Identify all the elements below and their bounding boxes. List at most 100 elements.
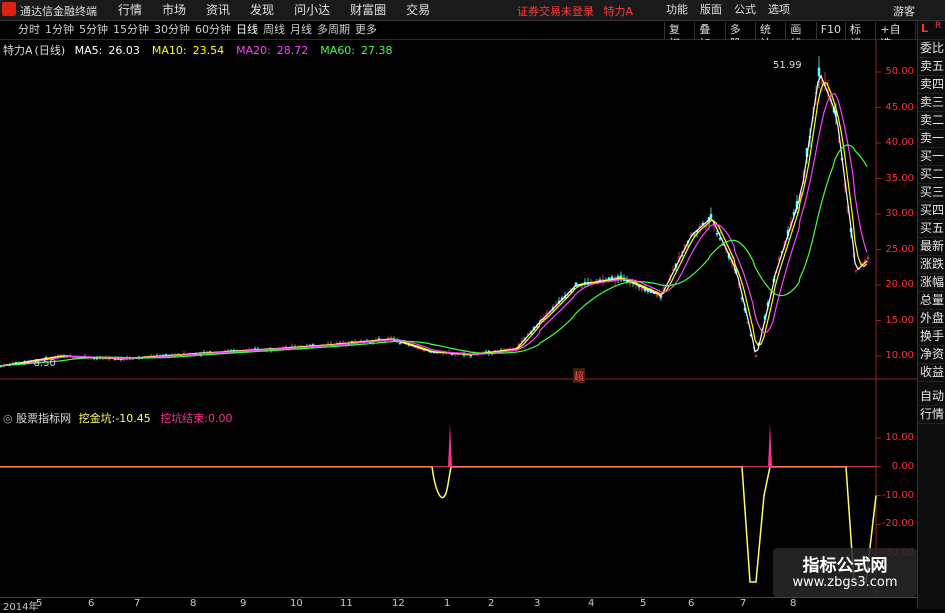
candle-body: [610, 276, 614, 279]
date-axis: 2014年 5 6 7 8 9 10 11 12 1 2 3 4 5 6 7 8: [0, 597, 917, 613]
period-tab-7[interactable]: 周线: [263, 23, 290, 37]
right-menu-item-0[interactable]: 功能: [660, 2, 694, 18]
candle-body: [709, 214, 713, 219]
candle-body: [398, 342, 402, 345]
login-status[interactable]: 证券交易未登录 特力A: [517, 3, 633, 19]
kline-chart[interactable]: [0, 40, 917, 597]
quote-sidebar: L R 委比 卖五 卖四 卖三 卖二 卖一 买一 买二 买三 买四 买五 最新 涨跌 涨幅 总量 外盘 换手 净资…: [917, 21, 945, 609]
right-menu-item-2[interactable]: 公式: [728, 2, 762, 18]
menu-item-0[interactable]: 行情: [108, 2, 152, 18]
sidebar-item-2[interactable]: 卖四: [918, 76, 945, 94]
indicator-tick-1: 0.00: [891, 460, 914, 472]
sidebar-item-14[interactable]: 总量: [918, 292, 945, 310]
period-tab-1[interactable]: 1分钟: [45, 23, 79, 37]
main-legend: 特力A (日线) MA5: 26.03 MA10: 23.54 MA20: 28.72 MA6…: [3, 42, 411, 58]
date-tick-10: 2: [488, 598, 495, 609]
date-tick-1: 5: [36, 598, 43, 609]
period-tab-0[interactable]: 分时: [18, 23, 45, 37]
sidebar-left-toggle[interactable]: L: [921, 22, 928, 35]
sidebar-item-15[interactable]: 外盘: [918, 310, 945, 328]
period-tab-10[interactable]: 更多: [355, 23, 382, 37]
sidebar-right-toggle[interactable]: R: [935, 21, 941, 31]
indicator-name[interactable]: 股票指标网: [16, 412, 71, 425]
price-tick-5: 25.00: [885, 243, 914, 255]
menu-item-6[interactable]: 交易: [396, 2, 440, 18]
app-title: 通达信金融终端: [20, 5, 97, 18]
sidebar-item-5[interactable]: 卖一: [918, 130, 945, 148]
sidebar-bottom-item-1[interactable]: 行情: [918, 406, 945, 424]
right-menu-item-3[interactable]: 选项: [762, 2, 796, 18]
sidebar-item-7[interactable]: 买二: [918, 166, 945, 184]
period-tab-4[interactable]: 30分钟: [154, 23, 195, 37]
ma-legend-0: MA5: 26.03: [74, 44, 140, 57]
event-marker[interactable]: 超: [573, 368, 585, 383]
sidebar-item-0[interactable]: 委比: [918, 40, 945, 58]
price-tick-2: 40.00: [885, 137, 914, 148]
dig-end-value: 0.00: [208, 412, 233, 425]
menu-item-4[interactable]: 问小达: [284, 2, 340, 18]
price-tick-4: 30.00: [885, 208, 914, 219]
menu-item-5[interactable]: 财富圈: [340, 2, 396, 18]
price-tick-1: 45.00: [885, 101, 914, 113]
sidebar-item-11[interactable]: 最新: [918, 238, 945, 256]
sidebar-item-9[interactable]: 买四: [918, 202, 945, 220]
stock-name: 特力A: [3, 44, 33, 57]
right-menu-item-1[interactable]: 版面: [694, 2, 728, 18]
sidebar-item-12[interactable]: 涨跌: [918, 256, 945, 274]
period-tabs: 分时 1分钟 5分钟 15分钟 30分钟 60分钟 日线 周线 月线 多周期 更多: [18, 23, 382, 37]
sidebar-item-4[interactable]: 卖二: [918, 112, 945, 130]
period-tab-9[interactable]: 多周期: [317, 23, 355, 37]
candle-body: [450, 353, 454, 356]
menu-item-1[interactable]: 市场: [152, 2, 196, 18]
ma-legend-1: MA10: 23.54: [151, 44, 225, 57]
sidebar-header: L R: [918, 21, 945, 40]
date-tick-11: 3: [534, 598, 541, 609]
price-tick-3: 35.00: [885, 172, 914, 184]
price-tick-0: 50.00: [885, 66, 914, 77]
dig-label: 挖金坑:: [78, 412, 116, 425]
sidebar-item-3[interactable]: 卖三: [918, 94, 945, 112]
date-tick-13: 5: [640, 598, 647, 609]
app-logo-icon: [2, 2, 16, 16]
sidebar-item-10[interactable]: 买五: [918, 220, 945, 238]
right-menu: 功能 版面 公式 选项: [660, 2, 796, 18]
menu-bar: 通达信金融终端 行情 市场 资讯 发现 问小达 财富圈 交易 证券交易未登录 特力A 功能版…: [0, 0, 945, 21]
period-tab-2[interactable]: 5分钟: [79, 23, 113, 37]
menu-item-3[interactable]: 发现: [240, 2, 284, 18]
period-bar: 分时1分钟5分钟15分钟30分钟60分钟日线周线月线多周期更多 复权叠加多股统计…: [0, 21, 945, 52]
sidebar-item-16[interactable]: 换手: [918, 328, 945, 346]
price-tick-6: 20.00: [885, 279, 914, 290]
ma-legend-2: MA20: 28.72: [236, 44, 309, 57]
date-tick-4: 8: [190, 598, 197, 609]
date-tick-12: 4: [588, 598, 595, 609]
period-tab-5[interactable]: 60分钟: [195, 23, 236, 37]
dig-end-label: 挖坑结束:: [160, 412, 209, 425]
sidebar-item-1[interactable]: 卖五: [918, 58, 945, 76]
sidebar-item-8[interactable]: 买三: [918, 184, 945, 202]
period-tab-3[interactable]: 15分钟: [113, 23, 154, 37]
indicator-tick-0: 10.00: [885, 432, 914, 443]
date-tick-5: 9: [240, 598, 247, 609]
sidebar-bottom-item-0[interactable]: 自动: [918, 388, 945, 406]
date-tick-2: 6: [88, 598, 95, 609]
menu-item-2[interactable]: 资讯: [196, 2, 240, 18]
sidebar-item-18[interactable]: 收益: [918, 364, 945, 382]
date-tick-16: 8: [790, 598, 797, 609]
candle-body: [715, 233, 719, 235]
guest-button[interactable]: 游客: [893, 3, 915, 19]
indicator-tick-3: -20.00: [881, 518, 914, 530]
candle-body: [817, 67, 821, 77]
dig-value: -10.45: [115, 412, 151, 425]
date-tick-9: 1: [444, 598, 451, 609]
sidebar-item-17[interactable]: 净资: [918, 346, 945, 364]
period-tab-6[interactable]: 日线: [236, 23, 263, 37]
indicator-tick-2: -10.00: [881, 489, 914, 501]
date-tick-15: 7: [740, 598, 747, 609]
period-tab-8[interactable]: 月线: [290, 23, 317, 37]
price-tick-7: 15.00: [885, 314, 914, 326]
period-label: (日线): [34, 44, 66, 57]
watermark: 指标公式网 www.zbgs3.com: [773, 548, 917, 597]
sidebar-item-6[interactable]: 买一: [918, 148, 945, 166]
high-price-label: 51.99: [773, 60, 802, 71]
sidebar-item-13[interactable]: 涨幅: [918, 274, 945, 292]
